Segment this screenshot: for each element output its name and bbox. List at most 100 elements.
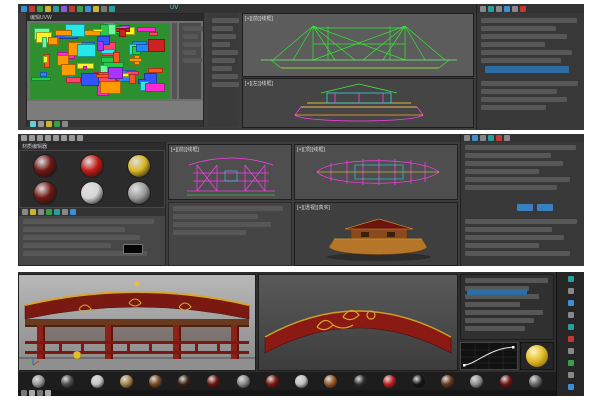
toolbar-icon[interactable] (30, 209, 36, 215)
panel-row[interactable] (23, 227, 125, 232)
panel-row[interactable] (212, 34, 236, 39)
panel-row[interactable] (212, 82, 239, 87)
toolbar-icon[interactable] (69, 135, 75, 141)
falloff-curve-editor[interactable] (460, 342, 518, 370)
material-sphere[interactable] (81, 155, 103, 177)
toolbar-icon[interactable] (69, 6, 75, 12)
viewport-rendered-pavilion[interactable] (18, 274, 256, 371)
material-sphere[interactable] (207, 375, 220, 388)
toolbar-icon[interactable] (488, 6, 494, 12)
panel-row[interactable] (465, 318, 534, 323)
toolbar-icon[interactable] (62, 209, 68, 215)
panel-row[interactable] (481, 105, 546, 110)
panel-row[interactable] (481, 50, 572, 55)
middle-panel-blue-button-2[interactable] (537, 204, 553, 211)
panel-row[interactable] (173, 222, 271, 227)
toolbar-icon[interactable] (568, 360, 574, 366)
material-sphere[interactable] (237, 375, 250, 388)
material-sphere[interactable] (266, 375, 279, 388)
panel-row[interactable] (481, 34, 567, 39)
toolbar-icon[interactable] (568, 384, 574, 390)
material-editor-titlebar[interactable]: 材质编辑器 (19, 143, 165, 150)
material-sphere[interactable] (354, 375, 367, 388)
toolbar-icon[interactable] (37, 390, 43, 396)
middle-panel-blue-button-1[interactable] (517, 204, 533, 211)
diffuse-color-swatch[interactable] (123, 244, 143, 254)
toolbar-icon[interactable] (109, 6, 115, 12)
viewport-side-wireframe[interactable]: [+][左][线框] (242, 78, 474, 128)
panel-row[interactable] (465, 251, 570, 256)
panel-row[interactable] (465, 243, 539, 248)
panel-row[interactable] (212, 66, 232, 71)
toolbar-icon[interactable] (53, 135, 59, 141)
toolbar-icon[interactable] (480, 6, 486, 12)
panel-row[interactable] (465, 219, 577, 224)
material-sphere[interactable] (149, 375, 162, 388)
toolbar-icon[interactable] (85, 6, 91, 12)
viewport-arch-detail[interactable] (258, 274, 458, 371)
material-sphere[interactable] (120, 375, 133, 388)
material-sphere[interactable] (500, 375, 513, 388)
viewport-top-boat[interactable]: [+][顶][线框] (294, 144, 458, 200)
toolbar-icon[interactable] (21, 6, 27, 12)
panel-row[interactable] (212, 26, 233, 31)
panel-row[interactable] (212, 50, 238, 55)
toolbar-icon[interactable] (496, 135, 502, 141)
material-sphere[interactable] (178, 375, 191, 388)
toolbar-icon[interactable] (53, 6, 59, 12)
panel-row[interactable] (465, 153, 551, 158)
toolbar-icon[interactable] (29, 390, 35, 396)
toolbar-icon[interactable] (29, 135, 35, 141)
toolbar-icon[interactable] (496, 6, 502, 12)
panel-row[interactable] (465, 326, 525, 331)
panel-row[interactable] (481, 89, 557, 94)
toolbar-icon[interactable] (46, 209, 52, 215)
toolbar-icon[interactable] (568, 276, 574, 282)
material-sphere[interactable] (529, 375, 542, 388)
toolbar-icon[interactable] (37, 135, 43, 141)
uv-scrollbar[interactable] (172, 23, 177, 99)
toolbar-icon[interactable] (520, 6, 526, 12)
toolbar-icon[interactable] (38, 121, 44, 127)
panel-row[interactable] (183, 34, 198, 39)
toolbar-icon[interactable] (45, 6, 51, 12)
toolbar-icon[interactable] (568, 288, 574, 294)
toolbar-icon[interactable] (504, 135, 510, 141)
panel-row[interactable] (481, 81, 578, 86)
viewport-front-wireframe[interactable]: [+][前][线框] (242, 13, 474, 77)
panel-row[interactable] (23, 243, 111, 248)
bottom-panel-blue-button[interactable] (467, 289, 527, 295)
material-sphere[interactable] (128, 155, 150, 177)
panel-row[interactable] (465, 227, 552, 232)
material-sphere[interactable] (441, 375, 454, 388)
toolbar-icon[interactable] (77, 6, 83, 12)
material-sphere[interactable] (295, 375, 308, 388)
panel-row[interactable] (173, 214, 258, 219)
toolbar-icon[interactable] (504, 6, 510, 12)
toolbar-icon[interactable] (480, 135, 486, 141)
toolbar-icon[interactable] (21, 135, 27, 141)
panel-row[interactable] (465, 161, 563, 166)
material-preview-tile[interactable] (520, 342, 554, 370)
panel-row[interactable] (183, 58, 202, 63)
material-editor-window[interactable]: 材质编辑器 (18, 142, 166, 266)
panel-row[interactable] (173, 206, 283, 211)
panel-row[interactable] (183, 26, 203, 31)
toolbar-icon[interactable] (464, 135, 470, 141)
material-sphere[interactable] (34, 182, 56, 204)
toolbar-icon[interactable] (37, 6, 43, 12)
panel-row[interactable] (465, 145, 576, 150)
uv-canvas[interactable] (30, 23, 170, 99)
panel-row[interactable] (465, 177, 570, 182)
toolbar-icon[interactable] (62, 121, 68, 127)
panel-row[interactable] (212, 58, 235, 63)
toolbar-icon[interactable] (22, 209, 28, 215)
toolbar-icon[interactable] (38, 209, 44, 215)
material-sphere[interactable] (32, 375, 45, 388)
panel-row[interactable] (481, 26, 556, 31)
panel-row[interactable] (481, 58, 561, 63)
panel-row[interactable] (481, 42, 545, 47)
toolbar-icon[interactable] (29, 6, 35, 12)
panel-row[interactable] (465, 310, 543, 315)
panel-row[interactable] (481, 97, 567, 102)
